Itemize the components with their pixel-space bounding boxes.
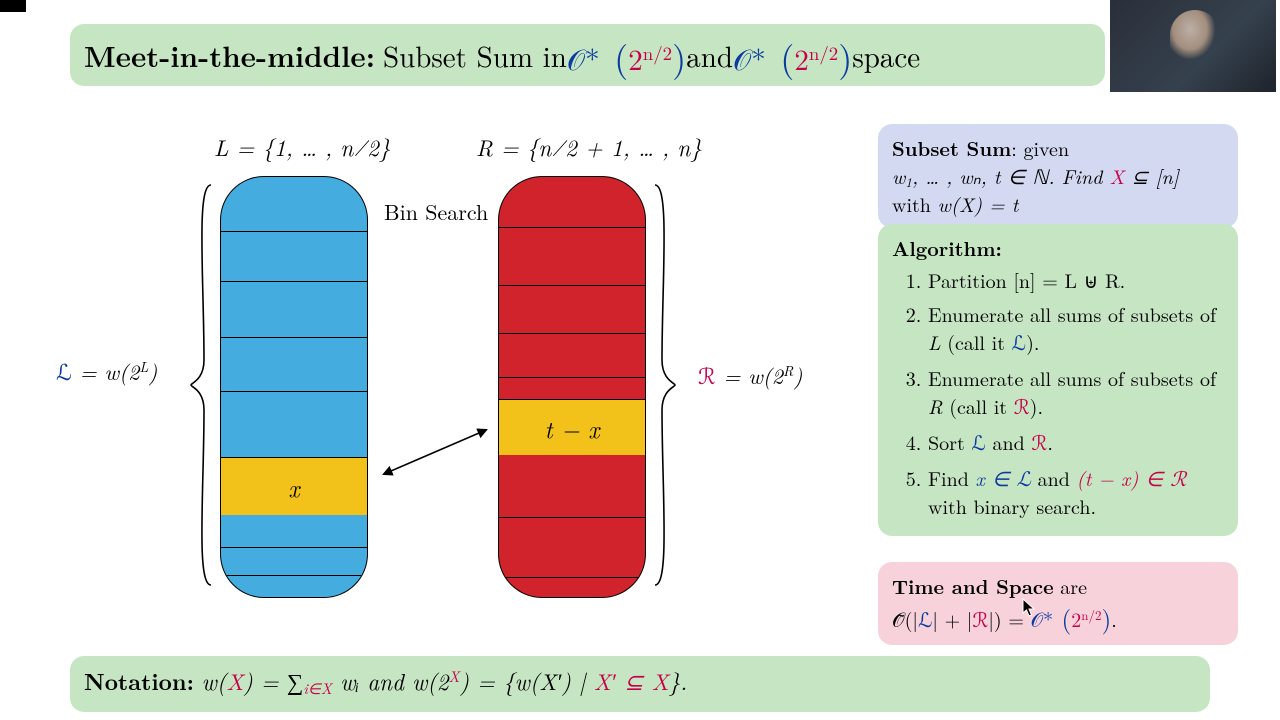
bin-search-label: Bin Search: [384, 196, 488, 227]
left-column: x: [220, 176, 368, 598]
time-space-panel: Time and Space are 𝒪̃(|ℒ| + |ℛ|) = 𝒪* (2…: [878, 562, 1238, 645]
right-column: t − x: [498, 176, 646, 598]
presenter-webcam: [1110, 0, 1276, 92]
right-brace: [650, 180, 680, 590]
title-space: space: [852, 35, 920, 76]
tx-cell: t − x: [499, 399, 645, 455]
algo-step-3: Enumerate all sums of subsets of R (call…: [928, 364, 1224, 422]
algorithm-list: Partition [n] = L ⊎ R. Enumerate all sum…: [892, 266, 1224, 520]
R-set-label: R = {n⁄2 + 1, … , n}: [476, 130, 702, 163]
notation-heading: Notation:: [84, 664, 194, 697]
diagram-area: L = {1, … , n⁄2} R = {n⁄2 + 1, … , n} Bi…: [40, 120, 860, 640]
algo-step-5: Find x ∈ ℒ and (t − x) ∈ ℛ with binary s…: [928, 464, 1224, 520]
notation-bar: Notation: w(X) = ∑i∈X wᵢ and w(2X) = {w(…: [70, 656, 1210, 712]
title-bold: Meet-in-the-middle:: [84, 34, 375, 76]
algorithm-heading: Algorithm:: [892, 233, 1002, 262]
algo-step-2: Enumerate all sums of subsets of L (call…: [928, 300, 1224, 358]
subset-sum-body: w1, … , wₙ, t ∈ ℕ. Find X ⊆ [n] with w(X…: [892, 162, 1224, 218]
time-space-heading: Time and Space: [892, 571, 1054, 600]
title-and: and: [686, 35, 733, 76]
title-text-1: Subset Sum in: [383, 35, 567, 76]
time-space-body: 𝒪̃(|ℒ| + |ℛ|) = 𝒪* (2n/2).: [892, 600, 1224, 635]
x-cell: x: [221, 457, 367, 515]
algorithm-panel: Algorithm: Partition [n] = L ⊎ R. Enumer…: [878, 224, 1238, 536]
match-arrow: [370, 416, 500, 488]
subset-sum-heading: Subset Sum: [892, 133, 1011, 162]
L-set-label: L = {1, … , n⁄2}: [214, 130, 390, 163]
mouse-cursor-icon: [1022, 598, 1036, 618]
title-O1: 𝒪* (2n/2): [567, 29, 686, 81]
slide-title: Meet-in-the-middle: Subset Sum in 𝒪* (2n…: [70, 24, 1105, 86]
algo-step-4: Sort ℒ and ℛ.: [928, 428, 1224, 458]
left-brace: [186, 180, 216, 590]
subset-sum-panel: Subset Sum: given w1, … , wₙ, t ∈ ℕ. Fin…: [878, 124, 1238, 228]
R-side-label: ℛ = w(2R): [698, 360, 802, 391]
notation-body: w(X) = ∑i∈X wᵢ and w(2X) = {w(X′) | X′ ⊆…: [202, 664, 688, 697]
algo-step-1: Partition [n] = L ⊎ R.: [928, 266, 1224, 294]
window-corner: [0, 0, 26, 12]
title-O2: 𝒪* (2n/2): [733, 29, 852, 81]
L-side-label: ℒ = w(2L): [56, 356, 157, 387]
